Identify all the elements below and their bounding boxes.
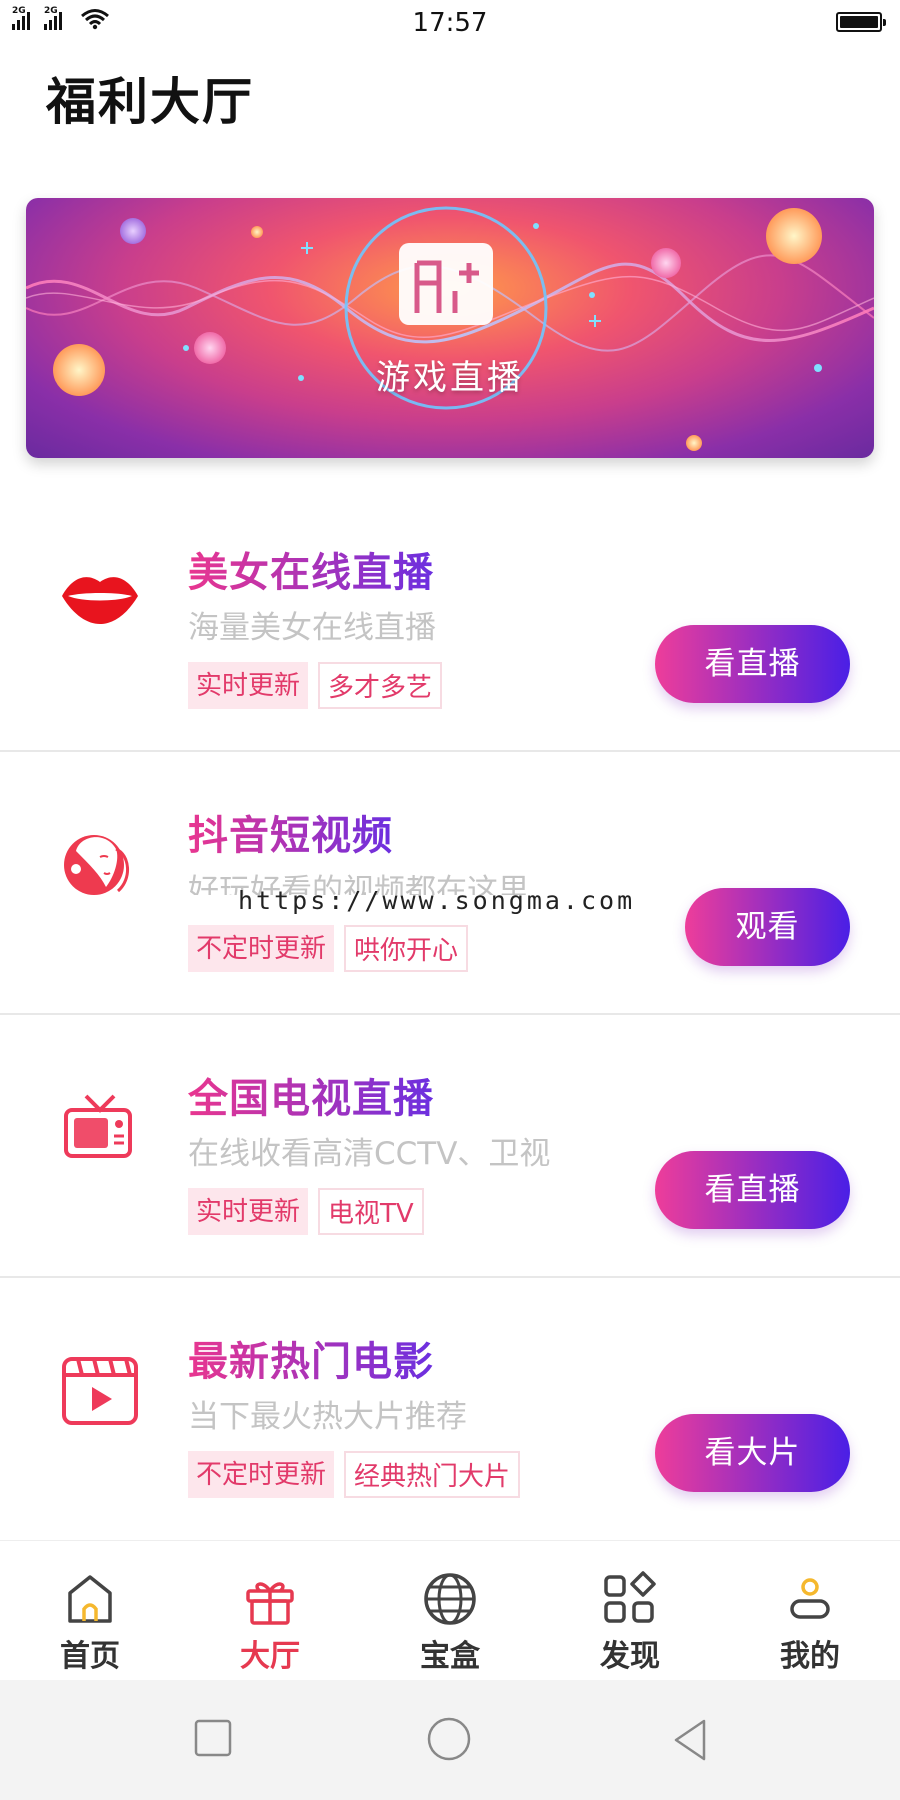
tag-list: 实时更新 电视TV	[188, 1188, 424, 1235]
list-item[interactable]: 全国电视直播 在线收看高清CCTV、卫视 实时更新 电视TV 看直播	[0, 1016, 900, 1278]
nav-me[interactable]: 我的	[720, 1541, 900, 1681]
tag: 经典热门大片	[344, 1451, 521, 1498]
tag-list: 不定时更新 哄你开心	[188, 925, 469, 972]
list-item[interactable]: 美女在线直播 海量美女在线直播 实时更新 多才多艺 看直播	[0, 490, 900, 752]
nav-treasure-box[interactable]: 宝盒	[360, 1541, 540, 1681]
banner-decoration	[26, 206, 874, 451]
nav-hall[interactable]: 大厅	[180, 1541, 360, 1681]
globe-icon	[424, 1573, 476, 1625]
list-item[interactable]: 最新热门电影 当下最火热大片推荐 不定时更新 经典热门大片 看大片	[0, 1279, 900, 1541]
watch-live-button[interactable]: 看直播	[655, 625, 850, 703]
back-triangle-icon	[674, 1719, 706, 1761]
tag: 不定时更新	[188, 1451, 335, 1498]
page-title: 福利大厅	[46, 73, 254, 131]
circle-icon	[427, 1717, 471, 1761]
tag: 哄你开心	[344, 925, 469, 972]
item-title: 全国电视直播	[188, 1066, 434, 1124]
tv-icon	[60, 1088, 140, 1168]
tag-list: 不定时更新 经典热门大片	[188, 1451, 521, 1498]
nav-label: 发现	[600, 1639, 660, 1674]
back-button[interactable]	[670, 1718, 710, 1766]
clock: 17:57	[412, 8, 488, 38]
tag: 多才多艺	[318, 662, 443, 709]
game-live-banner[interactable]: 游戏直播	[26, 198, 874, 458]
nav-discover[interactable]: 发现	[540, 1541, 720, 1681]
bottom-nav: 首页 大厅 宝盒 发现 我的	[0, 1540, 900, 1680]
tag: 电视TV	[318, 1188, 424, 1235]
nav-label: 宝盒	[420, 1639, 480, 1674]
watermark: https://www.songma.com	[238, 886, 636, 915]
recent-apps-button[interactable]	[194, 1718, 232, 1762]
apps-grid-icon	[604, 1571, 656, 1623]
user-icon	[790, 1578, 830, 1619]
item-subtitle: 在线收看高清CCTV、卫视	[188, 1136, 551, 1172]
banner-label: 游戏直播	[376, 358, 524, 398]
status-bar: 2G 2G 17:57	[0, 0, 900, 44]
nav-label: 首页	[60, 1639, 120, 1674]
girl-face-icon	[60, 825, 140, 905]
list-item[interactable]: 抖音短视频 好玩好看的视频都在这里 不定时更新 哄你开心 观看	[0, 753, 900, 1015]
watch-button[interactable]: 观看	[685, 888, 850, 966]
movie-clapper-icon	[60, 1351, 140, 1431]
home-icon	[68, 1575, 112, 1623]
home-button[interactable]	[426, 1716, 472, 1766]
square-icon	[194, 1719, 232, 1757]
item-title: 最新热门电影	[188, 1329, 434, 1387]
tag-list: 实时更新 多才多艺	[188, 662, 443, 709]
gift-icon	[246, 1582, 294, 1625]
item-subtitle: 当下最火热大片推荐	[188, 1399, 467, 1435]
nav-home[interactable]: 首页	[0, 1541, 180, 1681]
lips-icon	[60, 562, 140, 642]
watch-live-button[interactable]: 看直播	[655, 1151, 850, 1229]
nav-label: 大厅	[240, 1639, 300, 1674]
system-nav-bar	[0, 1680, 900, 1800]
watch-movie-button[interactable]: 看大片	[655, 1414, 850, 1492]
battery-icon	[836, 12, 886, 32]
item-subtitle: 海量美女在线直播	[188, 610, 436, 646]
item-title: 抖音短视频	[188, 803, 393, 861]
tag: 实时更新	[188, 1188, 309, 1235]
item-title: 美女在线直播	[188, 540, 434, 598]
game-controller-icon	[399, 243, 493, 325]
nav-label: 我的	[780, 1639, 840, 1674]
tag: 不定时更新	[188, 925, 335, 972]
tag: 实时更新	[188, 662, 309, 709]
